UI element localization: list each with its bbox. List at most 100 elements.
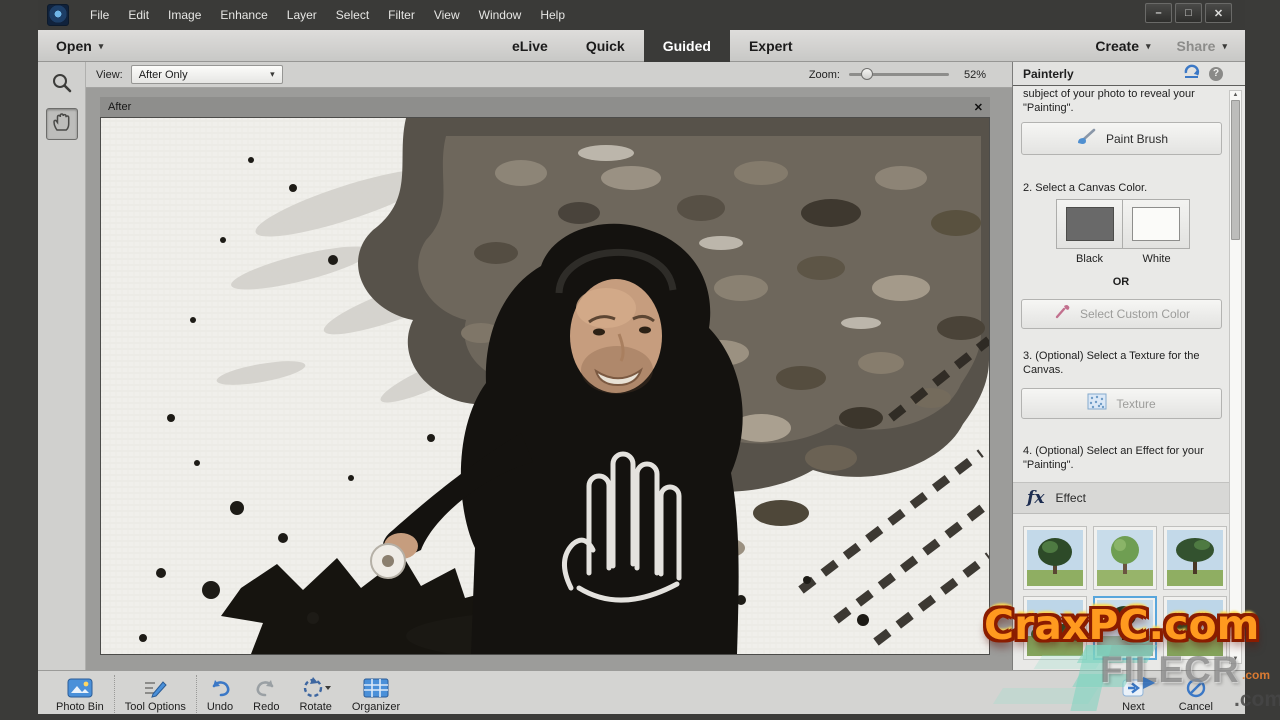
next-button[interactable]: Next — [1112, 673, 1155, 713]
photo-canvas[interactable] — [100, 117, 990, 655]
tab-guided[interactable]: Guided — [644, 30, 730, 62]
black-swatch-label: Black — [1056, 253, 1123, 265]
image-window: After ✕ — [100, 97, 990, 655]
panel-header: Painterly ? — [1013, 62, 1245, 86]
next-label: Next — [1122, 701, 1145, 713]
taskbar: Photo Bin Tool Options Undo Redo — [38, 670, 1245, 714]
texture-label: Texture — [1116, 397, 1155, 411]
craxpc-watermark: CraxPC.com — [984, 601, 1259, 649]
effect-thumbnail-2[interactable] — [1093, 526, 1157, 590]
select-custom-color-button[interactable]: Select Custom Color — [1021, 299, 1222, 329]
menu-filter[interactable]: Filter — [388, 8, 415, 22]
workspace: View: After Only ▾ Zoom: 52% After — [38, 62, 1245, 670]
menu-bar: File Edit Image Enhance Layer Select Fil… — [38, 0, 1245, 30]
redo-button[interactable]: Redo — [243, 673, 289, 713]
white-swatch[interactable] — [1123, 199, 1190, 249]
view-select[interactable]: After Only ▾ — [131, 65, 283, 84]
frame-title: After — [108, 101, 131, 113]
menu-enhance[interactable]: Enhance — [220, 8, 267, 22]
menu-edit[interactable]: Edit — [128, 8, 149, 22]
swatch-labels: Black White — [1056, 253, 1190, 265]
mode-tab-bar: Open ▾ eLive Quick Guided Expert Create … — [38, 30, 1245, 62]
undo-icon — [208, 676, 232, 700]
cancel-icon — [1186, 676, 1206, 700]
scrollbar-thumb[interactable] — [1231, 100, 1240, 240]
photo-bin-label: Photo Bin — [56, 701, 104, 713]
step4-label: 4. (Optional) Select an Effect for your … — [1023, 445, 1221, 473]
cancel-label: Cancel — [1179, 701, 1213, 713]
menu-view[interactable]: View — [434, 8, 460, 22]
organizer-label: Organizer — [352, 701, 400, 713]
black-swatch-fill — [1066, 207, 1114, 241]
paint-brush-label: Paint Brush — [1106, 132, 1168, 146]
zoom-slider[interactable] — [849, 73, 949, 76]
menu-items: File Edit Image Enhance Layer Select Fil… — [90, 8, 565, 22]
effect-label: Effect — [1055, 491, 1085, 505]
effect-thumbnail-1[interactable] — [1023, 526, 1087, 590]
texture-button[interactable]: Texture — [1021, 388, 1222, 419]
organizer-icon — [363, 676, 389, 700]
cancel-button[interactable]: Cancel — [1169, 673, 1223, 713]
image-window-header: After ✕ — [100, 97, 990, 117]
view-select-value: After Only — [139, 69, 188, 81]
create-label: Create — [1095, 38, 1139, 54]
intro-text: subject of your photo to reveal your "Pa… — [1023, 88, 1221, 116]
texture-icon — [1087, 393, 1107, 415]
close-button[interactable]: ✕ — [1205, 3, 1232, 23]
zoom-value: 52% — [958, 69, 986, 81]
close-icon[interactable]: ✕ — [974, 101, 983, 114]
effect-thumbnail-3[interactable] — [1163, 526, 1227, 590]
fx-icon: fx — [1027, 488, 1044, 508]
tab-elive[interactable]: eLive — [493, 30, 567, 62]
hand-icon — [51, 111, 73, 138]
rotate-button[interactable]: Rotate — [289, 673, 341, 713]
zoom-tool-button[interactable] — [46, 69, 78, 101]
chevron-down-icon: ▾ — [1146, 41, 1151, 52]
share-label: Share — [1177, 38, 1216, 54]
help-icon[interactable]: ? — [1209, 67, 1223, 81]
chevron-down-icon: ▾ — [1222, 41, 1227, 52]
rotate-label: Rotate — [299, 701, 331, 713]
select-custom-color-label: Select Custom Color — [1080, 307, 1190, 321]
tool-options-button[interactable]: Tool Options — [115, 673, 196, 713]
chevron-down-icon: ▾ — [99, 41, 104, 52]
eyedropper-icon — [1053, 304, 1071, 325]
undo-button[interactable]: Undo — [197, 673, 243, 713]
share-button[interactable]: Share ▾ — [1177, 38, 1227, 54]
scroll-down-icon[interactable]: ▼ — [1230, 656, 1241, 662]
panel-body: subject of your photo to reveal your "Pa… — [1013, 86, 1245, 670]
paint-brush-button[interactable]: Paint Brush — [1021, 122, 1222, 155]
menu-image[interactable]: Image — [168, 8, 201, 22]
minimize-button[interactable]: – — [1145, 3, 1172, 23]
redo-label: Redo — [253, 701, 279, 713]
redo-icon — [254, 676, 278, 700]
step3-label: 3. (Optional) Select a Texture for the C… — [1023, 350, 1221, 378]
document-area: View: After Only ▾ Zoom: 52% After — [86, 62, 1012, 670]
menu-file[interactable]: File — [90, 8, 109, 22]
reset-panel-icon[interactable] — [1183, 64, 1200, 84]
tab-quick[interactable]: Quick — [567, 30, 644, 62]
create-button[interactable]: Create ▾ — [1095, 38, 1150, 54]
open-button[interactable]: Open ▾ — [56, 30, 103, 62]
menu-window[interactable]: Window — [479, 8, 522, 22]
mode-tabs: eLive Quick Guided Expert — [493, 30, 812, 62]
tab-expert[interactable]: Expert — [730, 30, 812, 62]
menu-layer[interactable]: Layer — [287, 8, 317, 22]
tabbar-right-actions: Create ▾ Share ▾ — [1095, 30, 1227, 62]
maximize-button[interactable]: □ — [1175, 3, 1202, 23]
organizer-button[interactable]: Organizer — [342, 673, 410, 713]
next-arrow-icon — [1122, 676, 1144, 700]
photo-bin-button[interactable]: Photo Bin — [46, 673, 114, 713]
hand-tool-button[interactable] — [46, 108, 78, 140]
menu-help[interactable]: Help — [540, 8, 565, 22]
rotate-icon — [301, 676, 331, 700]
zoom-slider-knob[interactable] — [861, 68, 873, 80]
step2-label: 2. Select a Canvas Color. — [1023, 182, 1221, 196]
black-swatch[interactable] — [1056, 199, 1123, 249]
zoom-label: Zoom: — [809, 69, 840, 81]
panel-scrollbar[interactable]: ▲ ▼ — [1229, 90, 1242, 664]
zoom-control: Zoom: 52% — [809, 69, 986, 81]
menu-select[interactable]: Select — [336, 8, 369, 22]
scroll-up-icon[interactable]: ▲ — [1230, 92, 1241, 98]
app-logo-icon — [47, 4, 69, 26]
